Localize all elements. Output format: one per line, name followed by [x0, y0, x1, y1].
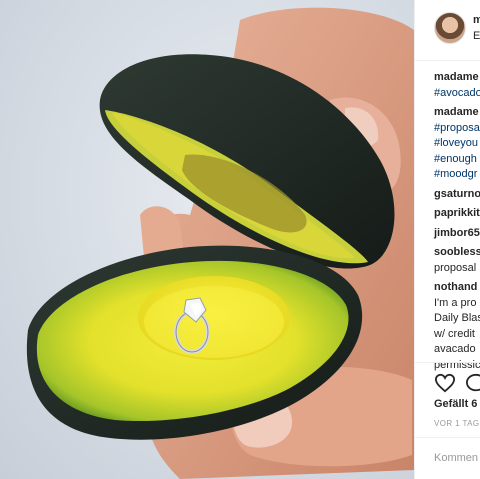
comment-icon[interactable] [465, 373, 480, 393]
comment: madame #proposa #loveyou #enough #moodgr [434, 105, 480, 183]
post-header: m E [415, 0, 480, 61]
comment-username[interactable]: gsaturno [434, 188, 480, 200]
comment: soobless proposal [434, 245, 480, 276]
comment: paprikkit [434, 206, 480, 222]
avocado-ring-illustration [26, 7, 414, 479]
post-sidebar: m E madame #avocado madame #proposa #lov… [414, 0, 480, 479]
header-subtitle: E [473, 30, 480, 42]
action-bar [415, 362, 480, 399]
comment-username[interactable]: jimbor65 [434, 227, 480, 239]
post-timestamp: VOR 1 TAG [434, 419, 480, 428]
heart-icon[interactable] [434, 373, 456, 393]
hashtag-link[interactable]: #loveyou [434, 136, 480, 152]
comment-list: madame #avocado madame #proposa #loveyou… [434, 70, 480, 373]
comment-username[interactable]: paprikkit [434, 207, 480, 219]
hashtag-link[interactable]: #enough [434, 152, 480, 168]
comment-username[interactable]: madame [434, 71, 479, 83]
hashtag-link[interactable]: #moodgr [434, 167, 480, 183]
header-username[interactable]: m [473, 14, 480, 26]
comment-text: proposal [434, 261, 477, 274]
comment-text: w/ credit [434, 327, 475, 340]
add-comment-placeholder: Kommen [434, 452, 479, 464]
comment: jimbor65 [434, 226, 480, 242]
post-photo[interactable] [0, 0, 414, 479]
comment-username[interactable]: madame [434, 106, 479, 118]
comment-text: I'm a pro [434, 296, 477, 309]
likes-count[interactable]: Gefällt 6 [434, 398, 477, 410]
hashtag-link[interactable]: #avocado [434, 86, 480, 102]
comment: gsaturno [434, 187, 480, 203]
comment-username[interactable]: nothand [434, 281, 477, 293]
comment-username[interactable]: soobless [434, 246, 480, 258]
comment: nothand I'm a pro Daily Blas w/ credit a… [434, 280, 480, 373]
comment-text: Daily Blas [434, 312, 480, 324]
avatar[interactable] [434, 12, 466, 44]
comment-text: avacado [434, 343, 476, 355]
hashtag-link[interactable]: #proposa [434, 121, 480, 137]
comment: madame #avocado [434, 70, 480, 101]
add-comment-field[interactable]: Kommen [415, 437, 480, 479]
